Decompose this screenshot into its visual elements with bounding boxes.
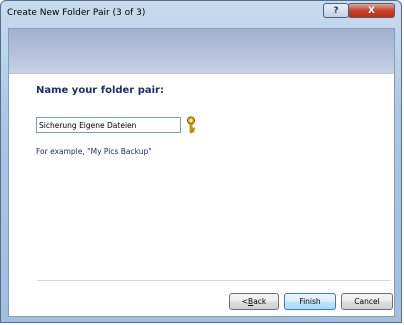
dialog-window: Create New Folder Pair (3 of 3) ? X Name…: [0, 0, 402, 323]
help-button[interactable]: ?: [323, 3, 349, 18]
help-icon: ?: [333, 5, 339, 16]
close-button[interactable]: X: [348, 3, 395, 18]
page-heading: Name your folder pair:: [36, 85, 164, 96]
header-banner: [9, 29, 394, 74]
finish-button[interactable]: Finish: [284, 293, 336, 310]
key-icon: [187, 116, 195, 133]
wizard-content: Name your folder pair: For example, "My …: [8, 28, 395, 317]
footer-divider: [37, 280, 391, 281]
back-button[interactable]: < Back: [229, 293, 279, 310]
folder-pair-name-input[interactable]: [36, 117, 181, 133]
example-hint: For example, "My Pics Backup": [36, 147, 152, 156]
close-icon: X: [368, 5, 375, 16]
window-title: Create New Folder Pair (3 of 3): [7, 8, 146, 18]
title-bar[interactable]: Create New Folder Pair (3 of 3) ? X: [1, 1, 401, 25]
back-button-rest: ack: [253, 297, 267, 306]
cancel-button[interactable]: Cancel: [341, 293, 393, 310]
